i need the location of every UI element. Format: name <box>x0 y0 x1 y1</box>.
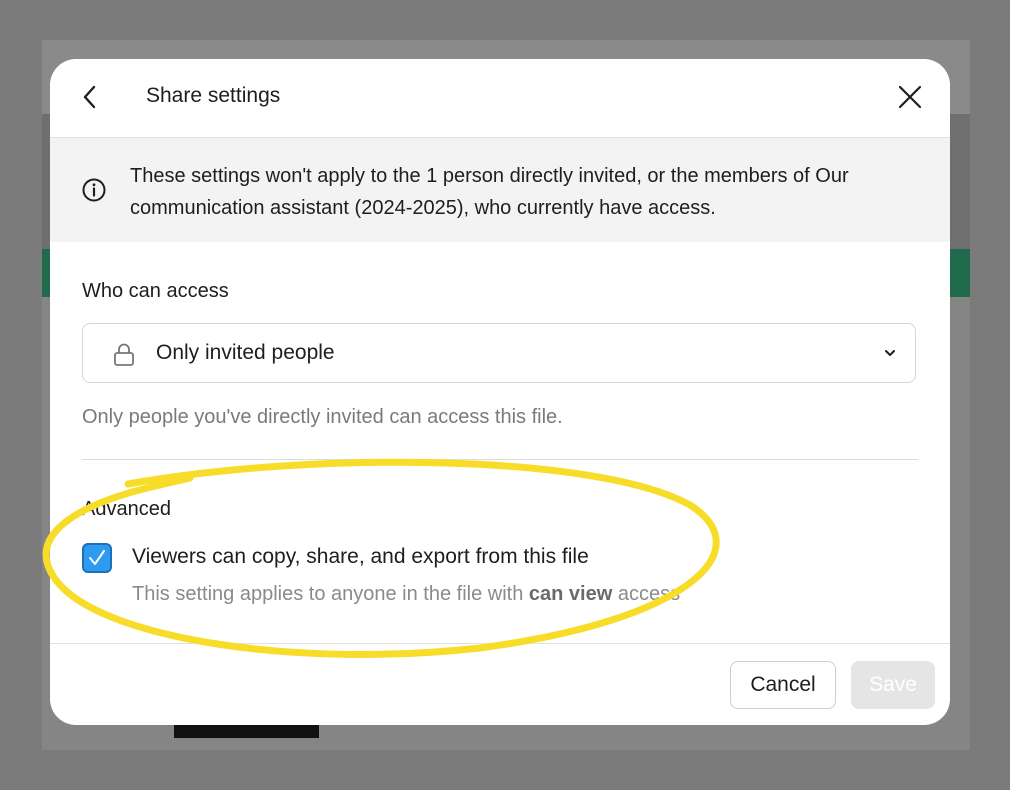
share-settings-dialog: Share settings These settings won't appl… <box>50 59 950 725</box>
back-button[interactable] <box>72 79 108 115</box>
viewers-export-checkbox[interactable] <box>82 543 112 573</box>
close-button[interactable] <box>892 79 928 115</box>
access-helper-text: Only people you've directly invited can … <box>82 406 563 428</box>
save-button[interactable]: Save <box>851 661 935 709</box>
info-icon <box>82 178 106 202</box>
section-divider <box>82 459 918 460</box>
dialog-header: Share settings <box>50 59 950 138</box>
lock-icon <box>114 343 134 366</box>
viewers-export-description: This setting applies to anyone in the fi… <box>132 583 680 606</box>
viewers-export-label[interactable]: Viewers can copy, share, and export from… <box>132 545 589 569</box>
footer-divider <box>50 643 950 644</box>
close-icon <box>898 85 922 109</box>
description-bold: can view <box>528 583 613 605</box>
access-select[interactable]: Only invited people <box>82 323 916 383</box>
check-icon <box>89 550 105 565</box>
chevron-left-icon <box>83 85 96 109</box>
dialog-title: Share settings <box>146 84 281 107</box>
chevron-down-icon <box>885 350 895 356</box>
cancel-button[interactable]: Cancel <box>730 661 836 709</box>
description-prefix: This setting applies to anyone in the fi… <box>132 583 529 605</box>
info-banner: These settings won't apply to the 1 pers… <box>50 138 950 242</box>
info-text: These settings won't apply to the 1 pers… <box>130 165 849 219</box>
advanced-label: Advanced <box>82 498 171 520</box>
access-select-value: Only invited people <box>156 341 335 364</box>
access-label: Who can access <box>82 280 229 302</box>
description-suffix: access <box>612 583 681 605</box>
